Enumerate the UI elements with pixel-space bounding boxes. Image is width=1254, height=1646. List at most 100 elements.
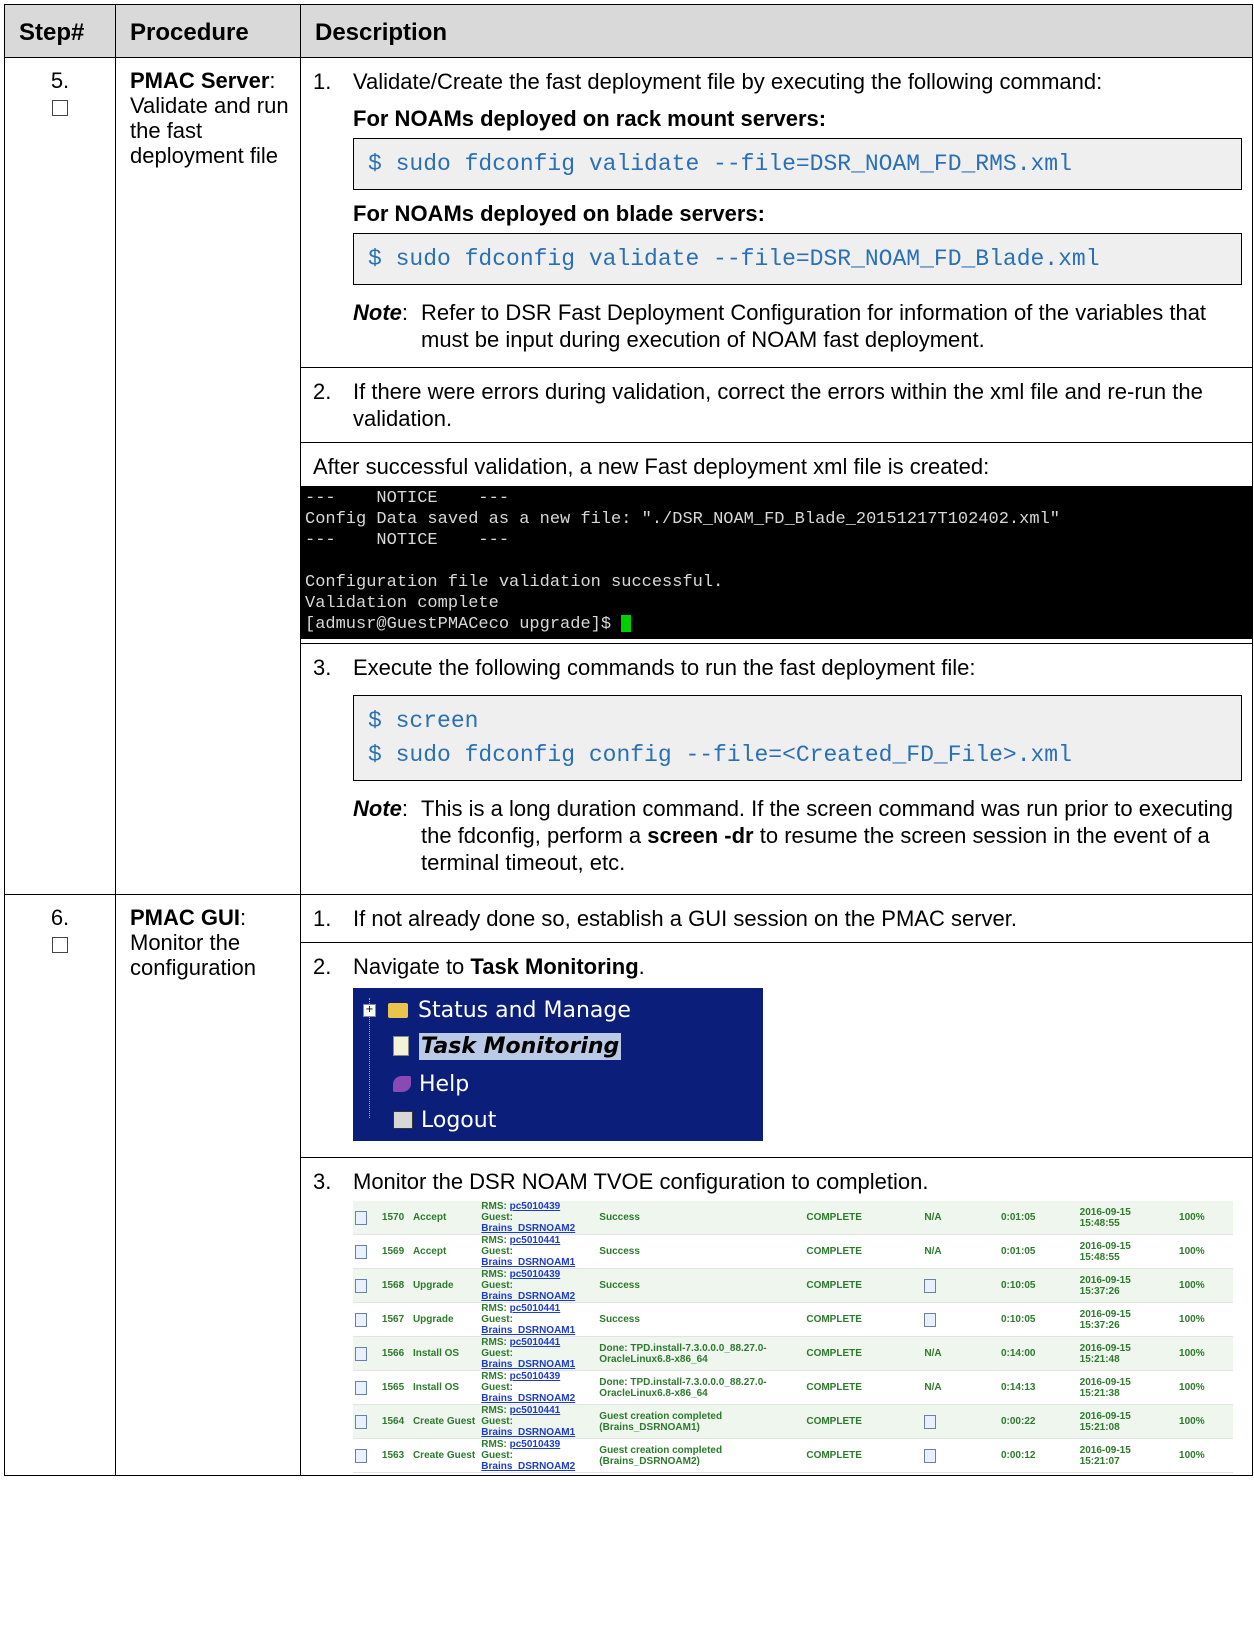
task-id: 1566 [379, 1336, 411, 1371]
task-row[interactable]: 1564 Create Guest RMS: pc5010441 Guest: Bra… [353, 1404, 1233, 1439]
task-start-time: 2016-09-15 15:37:26 [1077, 1302, 1178, 1337]
task-guest: Guest: Brains_DSRNOAM2 [481, 1212, 576, 1234]
task-id: 1564 [379, 1404, 411, 1439]
logout-icon [393, 1111, 413, 1129]
step-cell: 6. [4, 894, 116, 1476]
task-icon-cell [353, 1336, 380, 1371]
task-details-icon[interactable] [355, 1210, 367, 1225]
item-text: If there were errors during validation, … [353, 379, 1203, 431]
rms-link[interactable]: pc5010439 [510, 1371, 561, 1382]
header-row: Step# Procedure Description [4, 4, 1253, 58]
guest-link[interactable]: Brains_DSRNOAM1 [481, 1325, 575, 1336]
step-checkbox[interactable] [52, 100, 68, 116]
result-log-icon[interactable] [924, 1312, 937, 1327]
task-running-time: 0:14:00 [998, 1336, 1078, 1371]
terminal-cursor [621, 615, 632, 633]
rms-link[interactable]: pc5010441 [510, 1235, 561, 1246]
task-progress: 100% [1177, 1404, 1233, 1439]
rms-link[interactable]: pc5010439 [510, 1439, 561, 1450]
menu-item-help[interactable]: Help [381, 1068, 469, 1100]
guest-link[interactable]: Brains_DSRNOAM1 [481, 1427, 575, 1438]
item-number: 2. [313, 954, 332, 979]
folder-icon [388, 1002, 408, 1018]
rms-link[interactable]: pc5010441 [510, 1405, 561, 1416]
task-status: Guest creation completed (Brains_DSRNOAM… [597, 1404, 805, 1439]
task-status: Done: TPD.install-7.3.0.0.0_88.27.0-Orac… [597, 1336, 805, 1371]
task-icon-cell [353, 1268, 380, 1303]
rms-link[interactable]: pc5010441 [510, 1337, 561, 1348]
task-details-icon[interactable] [355, 1278, 367, 1293]
task-rms: RMS: pc5010439 [481, 1371, 561, 1382]
task-row[interactable]: 1566 Install OS RMS: pc5010441 Guest: Brain… [353, 1336, 1233, 1371]
rms-link[interactable]: pc5010439 [510, 1201, 561, 1212]
task-row[interactable]: 1565 Install OS RMS: pc5010439 Guest: Brain… [353, 1370, 1233, 1405]
task-icon-cell [353, 1404, 380, 1439]
task-row[interactable]: 1570 Accept RMS: pc5010439 Guest: Brains_DS… [353, 1201, 1233, 1235]
header-step: Step# [4, 4, 116, 58]
rms-link[interactable]: pc5010439 [510, 1269, 561, 1280]
task-name: Install OS [410, 1336, 480, 1371]
task-row[interactable]: 1569 Accept RMS: pc5010441 Guest: Brains_DS… [353, 1234, 1233, 1269]
task-icon-cell [353, 1370, 380, 1405]
description-cell: 1. If not already done so, establish a G… [300, 894, 1253, 1476]
header-description: Description [300, 4, 1253, 58]
task-details-icon[interactable] [355, 1312, 367, 1327]
guest-link[interactable]: Brains_DSRNOAM2 [481, 1393, 575, 1404]
task-details-icon[interactable] [355, 1448, 367, 1463]
task-details-icon[interactable] [355, 1380, 367, 1395]
task-rms: RMS: pc5010441 [481, 1235, 561, 1246]
guest-link[interactable]: Brains_DSRNOAM1 [481, 1257, 575, 1268]
run-command-line: $ sudo fdconfig config --file=<Created_F… [368, 742, 1072, 768]
task-status: Success [597, 1268, 805, 1303]
task-guest: Guest: Brains_DSRNOAM2 [481, 1382, 576, 1404]
step-checkbox[interactable] [52, 937, 68, 953]
task-id: 1568 [379, 1268, 411, 1303]
description-cell: 1. Validate/Create the fast deployment f… [300, 57, 1253, 895]
guest-link[interactable]: Brains_DSRNOAM2 [481, 1461, 575, 1472]
task-target: RMS: pc5010439 Guest: Brains_DSRNOAM2 [479, 1370, 598, 1405]
terminal-prompt: [admusr@GuestPMACeco upgrade]$ [305, 615, 622, 634]
task-row[interactable]: 1568 Upgrade RMS: pc5010439 Guest: Brains_D… [353, 1268, 1233, 1303]
task-name: Create Guest [410, 1438, 480, 1473]
result-log-icon[interactable] [924, 1278, 937, 1293]
task-name: Create Guest [410, 1404, 480, 1439]
step-cell: 5. [4, 57, 116, 895]
result-log-icon[interactable] [924, 1448, 937, 1463]
task-result: N/A [922, 1234, 999, 1269]
menu-item-logout[interactable]: Logout [381, 1104, 496, 1136]
menu-item-task-monitoring[interactable]: Task Monitoring [381, 1030, 622, 1062]
run-commands: $ screen $ sudo fdconfig config --file=<C… [353, 695, 1242, 781]
task-status: Success [597, 1302, 805, 1337]
start-date: 2016-09-15 [1079, 1342, 1131, 1354]
task-running-time: 0:00:12 [998, 1438, 1078, 1473]
guest-link[interactable]: Brains_DSRNOAM2 [481, 1223, 575, 1234]
guest-link[interactable]: Brains_DSRNOAM1 [481, 1359, 575, 1370]
menu-label: Logout [421, 1107, 497, 1133]
task-row[interactable]: 1567 Upgrade RMS: pc5010441 Guest: Brains_D… [353, 1302, 1233, 1337]
task-start-time: 2016-09-15 15:37:26 [1077, 1268, 1178, 1303]
task-target: RMS: pc5010441 Guest: Brains_DSRNOAM1 [479, 1404, 598, 1439]
task-id: 1570 [379, 1201, 411, 1235]
task-details-icon[interactable] [355, 1346, 367, 1361]
step-row-5: 5. PMAC Server: Validate and run the fas… [4, 57, 1253, 895]
guest-link[interactable]: Brains_DSRNOAM2 [481, 1291, 575, 1302]
expand-icon[interactable]: + [363, 1003, 376, 1017]
task-details-icon[interactable] [355, 1414, 367, 1429]
terminal-line: Configuration file validation successful… [305, 573, 724, 592]
instruction-item: 3. Execute the following commands to run… [313, 654, 1242, 681]
task-id: 1567 [379, 1302, 411, 1337]
task-result [922, 1302, 999, 1337]
task-progress: 100% [1177, 1336, 1233, 1371]
item-number: 3. [313, 655, 332, 680]
start-date: 2016-09-15 [1079, 1376, 1131, 1388]
task-guest: Guest: Brains_DSRNOAM2 [481, 1280, 576, 1302]
menu-label: Help [419, 1071, 470, 1097]
task-details-icon[interactable] [355, 1244, 367, 1259]
task-running-time: 0:10:05 [998, 1268, 1078, 1303]
menu-item-status-and-manage[interactable]: + Status and Manage [363, 994, 631, 1026]
task-row[interactable]: 1563 Create Guest RMS: pc5010439 Guest: Bra… [353, 1438, 1233, 1473]
result-log-icon[interactable] [924, 1414, 937, 1429]
task-monitoring-label: Task Monitoring [470, 954, 639, 979]
task-icon-cell [353, 1201, 380, 1235]
rms-link[interactable]: pc5010441 [510, 1303, 561, 1314]
